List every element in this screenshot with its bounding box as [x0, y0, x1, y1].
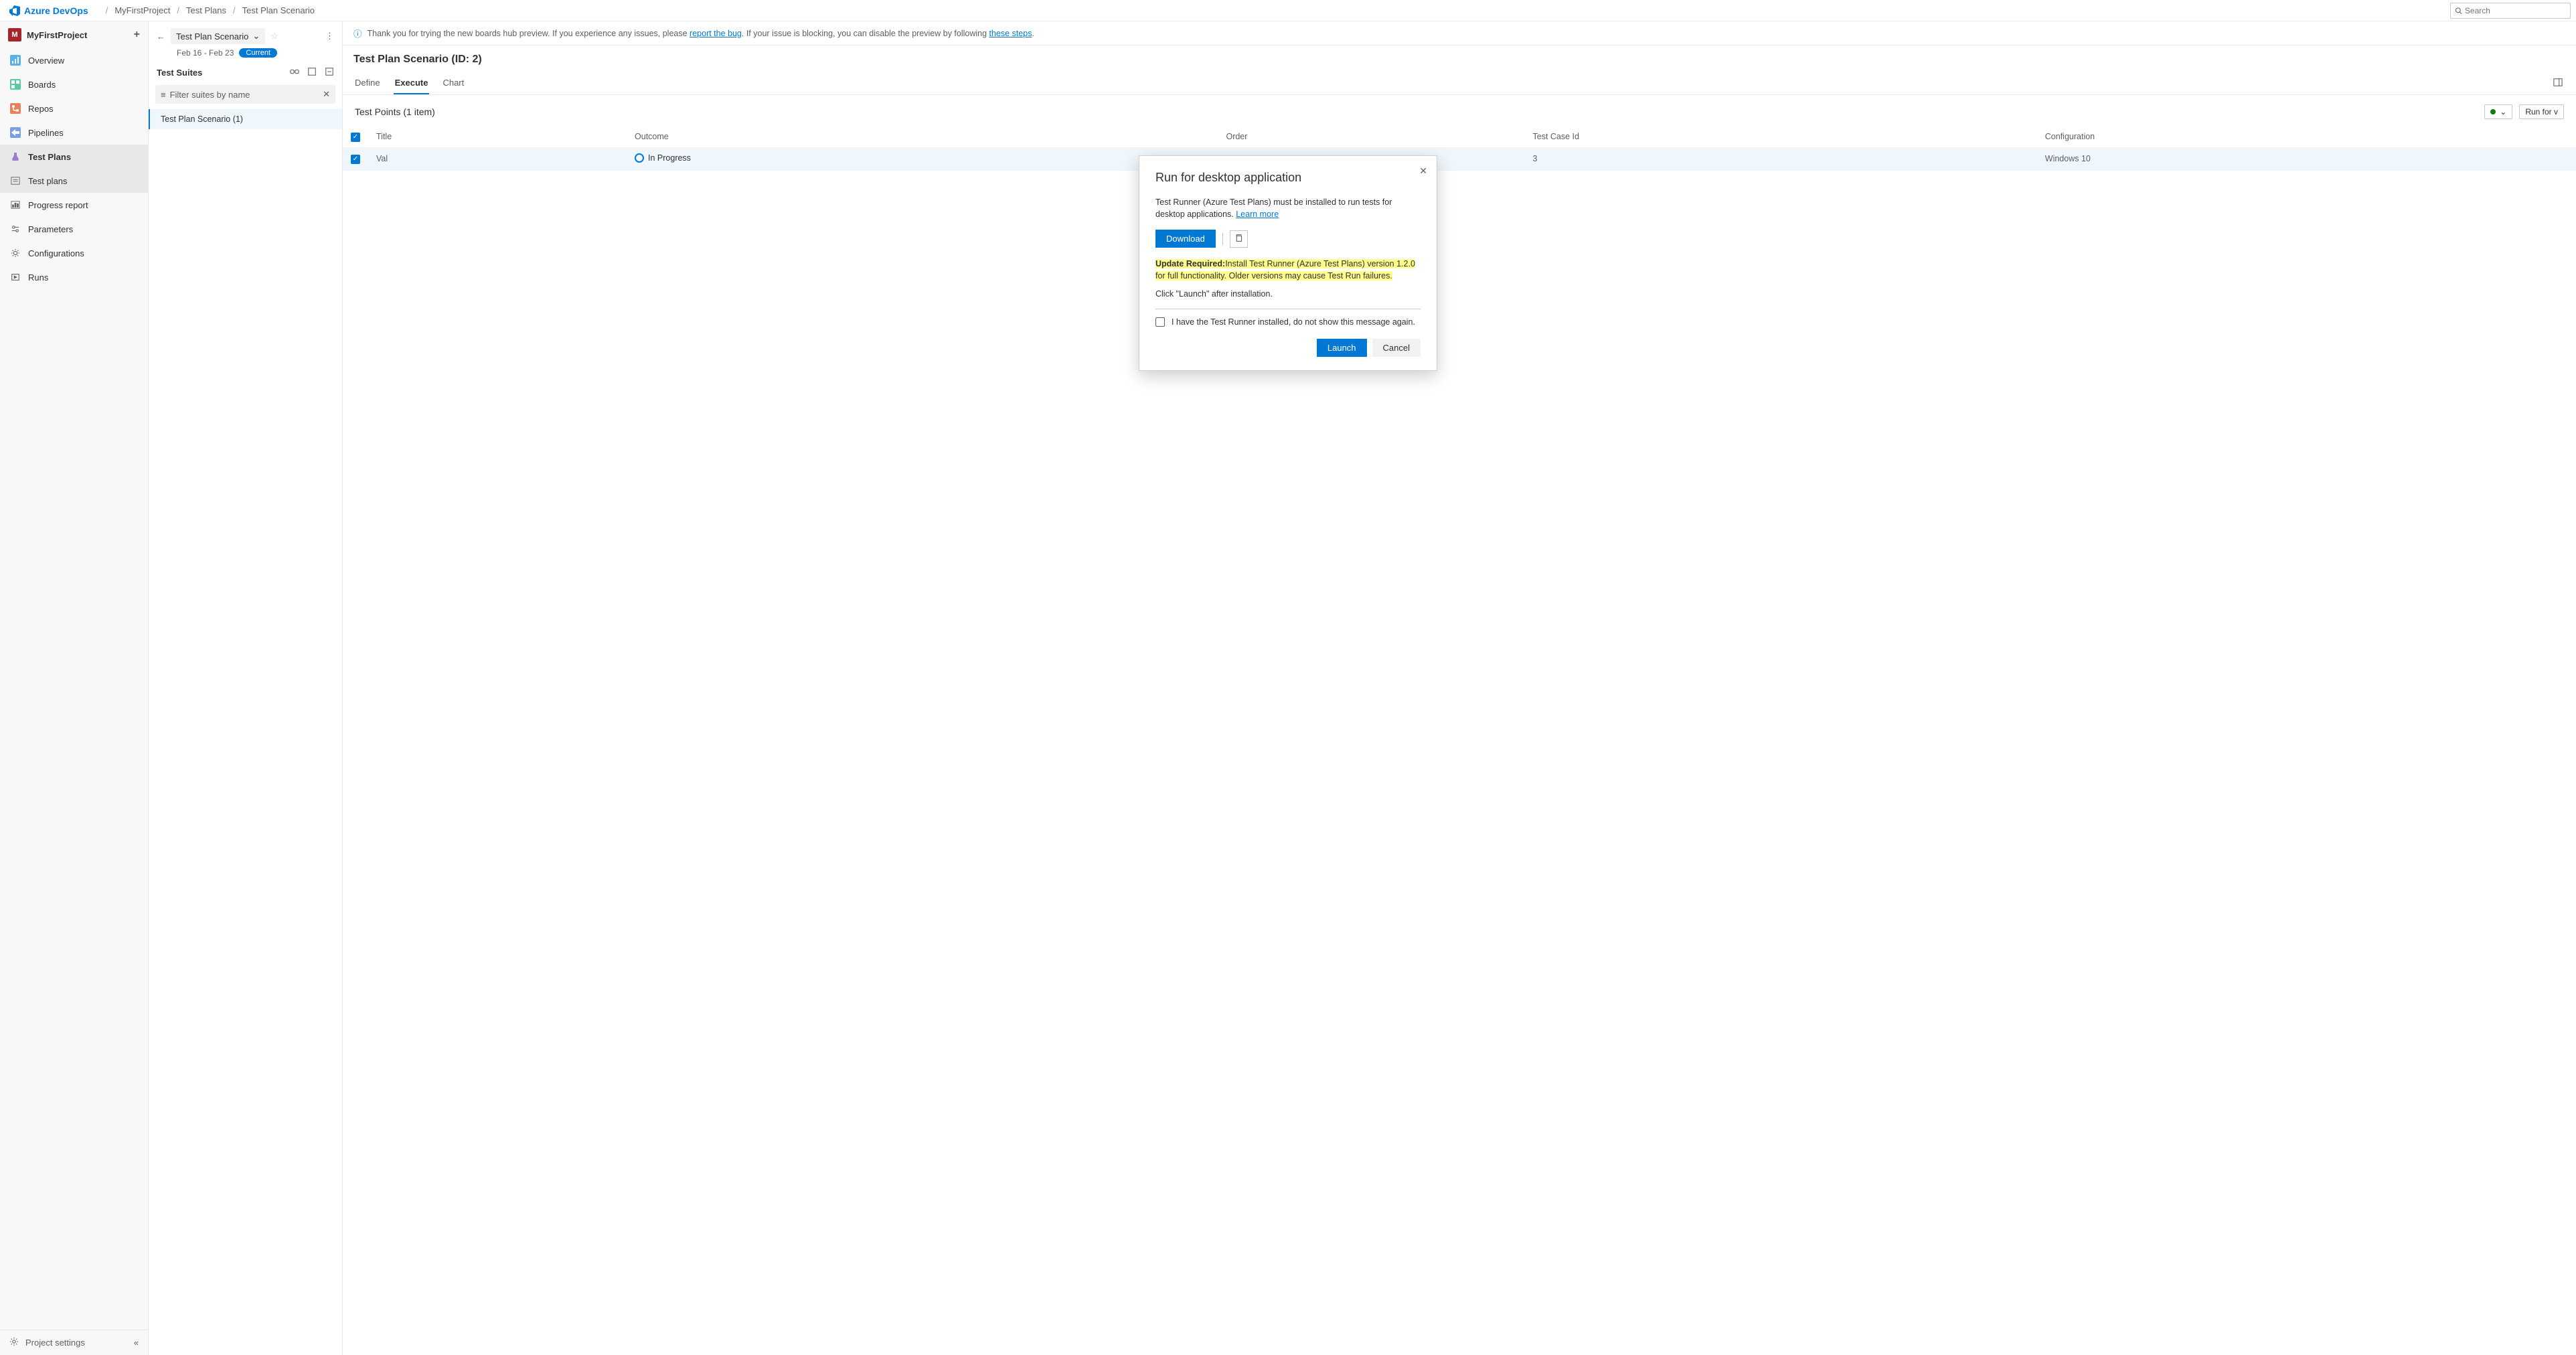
learn-more-link[interactable]: Learn more: [1236, 210, 1279, 219]
search-input[interactable]: [2465, 6, 2566, 15]
crumb-testplans[interactable]: Test Plans: [186, 5, 226, 15]
project-name: MyFirstProject: [27, 30, 87, 40]
col-tcid[interactable]: Test Case Id: [1525, 126, 2037, 147]
expand-icon[interactable]: [307, 67, 317, 78]
current-badge: Current: [239, 48, 277, 58]
sidebar-item-sub-runs[interactable]: Runs: [0, 265, 148, 289]
filter-icon: ≡: [161, 90, 166, 100]
copy-link-icon[interactable]: [1230, 230, 1248, 248]
cell-config: Windows 10: [2037, 147, 2576, 170]
azure-devops-icon: [9, 5, 20, 16]
main-pane: ⓘ Thank you for trying the new boards hu…: [343, 21, 2576, 1355]
list-icon: [9, 175, 21, 187]
sidebar-item-sub-parameters[interactable]: Parameters: [0, 217, 148, 241]
preview-banner: ⓘ Thank you for trying the new boards hu…: [343, 21, 2576, 46]
test-points-title: Test Points (1 item): [355, 106, 435, 117]
chevron-down-icon: ⌄: [2500, 107, 2506, 116]
brand-label: Azure DevOps: [24, 5, 88, 16]
disable-steps-link[interactable]: these steps: [989, 29, 1032, 38]
favorite-icon[interactable]: ☆: [270, 31, 278, 42]
boards-icon: [9, 78, 21, 90]
collapse-all-icon[interactable]: [325, 67, 334, 78]
launch-button[interactable]: Launch: [1317, 339, 1367, 357]
sidebar-item-repos[interactable]: Repos: [0, 96, 148, 121]
plan-dropdown[interactable]: Test Plan Scenario ⌄: [171, 28, 265, 44]
pass-dot-icon: [2490, 109, 2496, 114]
testplans-icon: [9, 151, 21, 163]
sidebar-item-testplans[interactable]: Test Plans: [0, 145, 148, 169]
chevron-down-icon: ⌄: [252, 31, 260, 42]
repos-icon: [9, 102, 21, 114]
close-icon[interactable]: ✕: [1419, 165, 1427, 177]
pipelines-icon: [9, 127, 21, 139]
col-order[interactable]: Order: [1218, 126, 1524, 147]
suites-pane: ← Test Plan Scenario ⌄ ☆ ⋮ Feb 16 - Feb …: [149, 21, 343, 1355]
download-button[interactable]: Download: [1155, 230, 1216, 248]
sidebar-item-sub-configurations[interactable]: Configurations: [0, 241, 148, 265]
back-icon[interactable]: ←: [157, 31, 165, 42]
plan-dates: Feb 16 - Feb 23: [177, 48, 234, 58]
info-icon: ⓘ: [353, 27, 362, 39]
crumb-project[interactable]: MyFirstProject: [114, 5, 170, 15]
crumb-plan[interactable]: Test Plan Scenario: [242, 5, 315, 15]
progress-icon: [9, 199, 21, 211]
run-desktop-dialog: ✕ Run for desktop application Test Runne…: [1139, 155, 1437, 371]
sidebar-item-overview[interactable]: Overview: [0, 48, 148, 72]
link-suite-icon[interactable]: [290, 67, 299, 78]
run-for-button[interactable]: Run for v: [2519, 104, 2564, 119]
row-checkbox[interactable]: ✓: [351, 155, 360, 164]
select-all-checkbox[interactable]: ✓: [351, 133, 360, 142]
sidebar-item-sub-progress[interactable]: Progress report: [0, 193, 148, 217]
launch-hint: Click "Launch" after installation.: [1155, 289, 1421, 301]
brand[interactable]: Azure DevOps: [5, 5, 92, 16]
overview-icon: [9, 54, 21, 66]
gear-icon: [9, 1337, 19, 1348]
add-icon[interactable]: +: [134, 29, 140, 41]
outcome-filter[interactable]: ⌄: [2484, 104, 2512, 119]
cell-tcid: 3: [1525, 147, 2037, 170]
suites-title: Test Suites: [157, 68, 202, 78]
col-outcome[interactable]: Outcome: [627, 126, 1218, 147]
more-icon[interactable]: ⋮: [325, 31, 334, 42]
parameters-icon: [9, 223, 21, 235]
suite-filter[interactable]: ≡ Filter suites by name ✕: [155, 85, 335, 104]
runs-icon: [9, 271, 21, 283]
collapse-sidebar-icon[interactable]: «: [134, 1338, 139, 1348]
dont-show-label: I have the Test Runner installed, do not…: [1172, 317, 1415, 327]
side-panel-toggle-icon[interactable]: [2551, 75, 2565, 92]
breadcrumb: /MyFirstProject /Test Plans /Test Plan S…: [106, 5, 315, 15]
project-settings-link[interactable]: Project settings: [25, 1338, 85, 1348]
report-bug-link[interactable]: report the bug: [690, 29, 742, 38]
tab-chart[interactable]: Chart: [441, 72, 465, 94]
cell-outcome: In Progress: [635, 153, 691, 163]
cancel-button[interactable]: Cancel: [1372, 339, 1421, 357]
dialog-title: Run for desktop application: [1155, 171, 1421, 185]
project-header[interactable]: M MyFirstProject +: [0, 21, 148, 48]
sidebar-item-boards[interactable]: Boards: [0, 72, 148, 96]
sidebar-item-pipelines[interactable]: Pipelines: [0, 121, 148, 145]
configurations-icon: [9, 247, 21, 259]
col-title[interactable]: Title: [368, 126, 627, 147]
table-row[interactable]: ✓ Val In Progress 1 3 Windows 10: [343, 147, 2576, 170]
search-icon: [2455, 7, 2462, 15]
tab-execute[interactable]: Execute: [394, 72, 430, 94]
sidebar-item-sub-testplans[interactable]: Test plans: [0, 169, 148, 193]
page-title: Test Plan Scenario (ID: 2): [353, 54, 2565, 66]
project-avatar: M: [8, 28, 21, 42]
sidebar: M MyFirstProject + Overview Boards Repos…: [0, 21, 149, 1355]
search-box[interactable]: [2450, 3, 2571, 19]
col-config[interactable]: Configuration: [2037, 126, 2576, 147]
clear-filter-icon[interactable]: ✕: [323, 89, 330, 100]
test-points-grid: ✓ Title Outcome Order Test Case Id Confi…: [343, 126, 2576, 171]
cell-title: Val: [368, 147, 627, 170]
tab-define[interactable]: Define: [353, 72, 382, 94]
suite-item[interactable]: Test Plan Scenario (1): [149, 109, 342, 129]
dont-show-checkbox[interactable]: [1155, 317, 1165, 327]
